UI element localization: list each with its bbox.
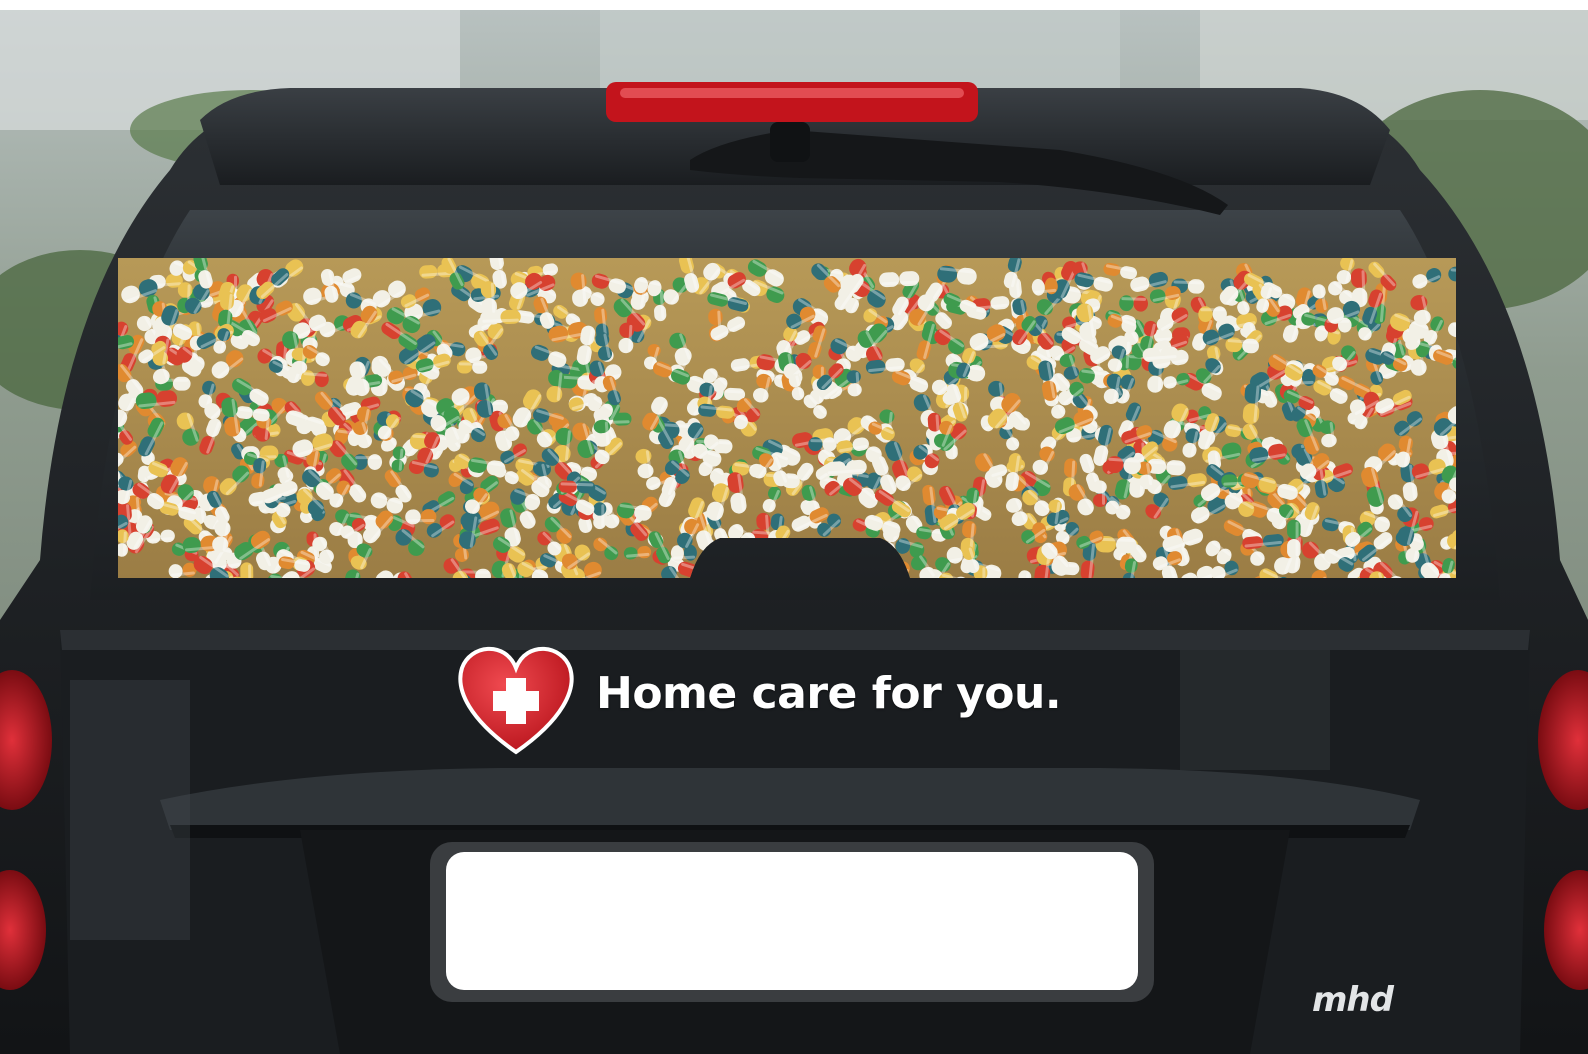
scene-svg <box>0 0 1588 1054</box>
license-plate <box>446 852 1138 990</box>
slogan-text: Home care for you. <box>596 668 1062 719</box>
car-rear-photo: Home care for you. mhd <box>0 0 1588 1054</box>
brand-badge: mhd <box>1312 980 1394 1020</box>
